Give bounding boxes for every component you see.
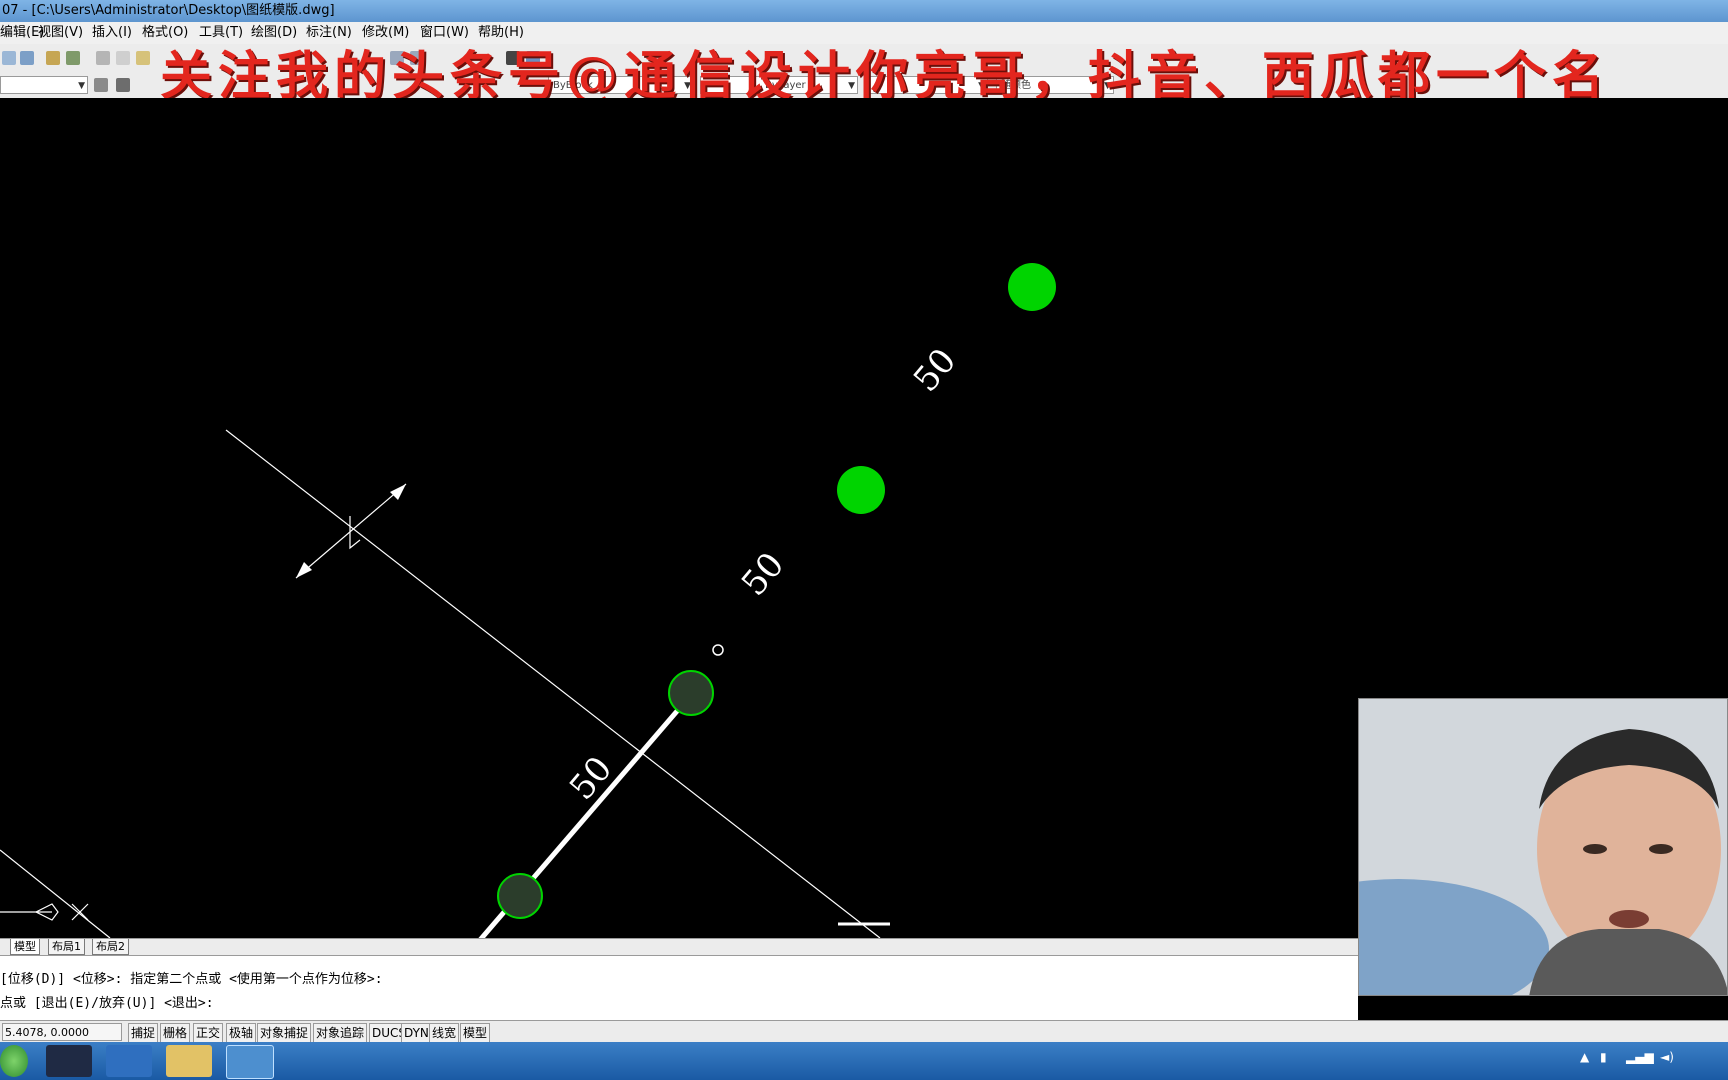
tray-expand-icon[interactable]: ▲: [1580, 1050, 1589, 1064]
ucs-diagonal: [0, 849, 111, 939]
cursor-pickbox: [712, 644, 724, 656]
tray-signal-icon[interactable]: ▂▄▆: [1626, 1050, 1654, 1064]
model-toggle[interactable]: 模型: [460, 1023, 491, 1043]
arrowhead-bottom: [296, 562, 312, 578]
paste-icon[interactable]: [136, 51, 150, 65]
node-selected-lower[interactable]: [497, 873, 543, 919]
dimension-label-bottom: 50: [562, 749, 620, 808]
dyn-toggle[interactable]: DYN: [401, 1023, 432, 1043]
break-symbol: [349, 516, 361, 550]
video-app-icon[interactable]: [46, 1045, 92, 1077]
window-title: 07 - [C:\Users\Administrator\Desktop\图纸模…: [2, 3, 335, 18]
save-icon[interactable]: [20, 51, 34, 65]
dimension-label-top: 50: [906, 341, 964, 400]
webcam-overlay: [1358, 698, 1728, 996]
coordinate-readout: 5.4078, 0.0000: [2, 1023, 122, 1041]
browser-app-icon[interactable]: [106, 1045, 152, 1077]
start-orb-icon[interactable]: [0, 1045, 28, 1077]
taskbar: ▲ ▮ ▂▄▆ ◄): [0, 1042, 1728, 1080]
tab-model[interactable]: 模型: [10, 939, 40, 955]
dimension-line[interactable]: [295, 483, 407, 579]
tray-volume-icon[interactable]: ◄): [1660, 1050, 1674, 1064]
copy-icon[interactable]: [116, 51, 130, 65]
open-icon[interactable]: [2, 51, 16, 65]
presenter-video: [1359, 699, 1727, 995]
title-bar: 07 - [C:\Users\Administrator\Desktop\图纸模…: [0, 0, 1728, 22]
command-window[interactable]: [位移(D)] <位移>: 指定第二个点或 <使用第一个点作为位移>: 点或 […: [0, 955, 1358, 1020]
command-prompt-line[interactable]: 点或 [退出(E)/放弃(U)] <退出>:: [0, 994, 214, 1014]
osnap-toggle[interactable]: 对象捕捉: [257, 1023, 312, 1043]
otrack-toggle[interactable]: 对象追踪: [313, 1023, 368, 1043]
layout-tabs: 模型 布局1 布局2: [0, 938, 1358, 955]
layer-previous-icon[interactable]: [116, 78, 130, 92]
tray-network-icon[interactable]: ▮: [1600, 1050, 1607, 1064]
polar-toggle[interactable]: 极轴: [226, 1023, 257, 1043]
ortho-toggle[interactable]: 正交: [193, 1023, 224, 1043]
print-icon[interactable]: [46, 51, 60, 65]
tab-layout1[interactable]: 布局1: [48, 939, 85, 955]
lineweight-toggle[interactable]: 线宽: [429, 1023, 460, 1043]
node-middle[interactable]: [837, 466, 885, 514]
dimension-label-middle: 50: [734, 545, 792, 604]
reference-line[interactable]: [225, 429, 881, 939]
layer-combo[interactable]: ▼: [0, 76, 88, 94]
snap-toggle[interactable]: 捕捉: [128, 1023, 159, 1043]
command-history-line: [位移(D)] <位移>: 指定第二个点或 <使用第一个点作为位移>:: [0, 972, 383, 987]
autocad-app-icon[interactable]: [226, 1045, 274, 1079]
menu-insert[interactable]: 插入(I): [92, 22, 132, 44]
cut-icon[interactable]: [96, 51, 110, 65]
menu-view[interactable]: 视图(V): [38, 22, 83, 44]
node-top[interactable]: [1008, 263, 1056, 311]
layer-manager-icon[interactable]: [94, 78, 108, 92]
node-selected-upper[interactable]: [668, 670, 714, 716]
preview-icon[interactable]: [66, 51, 80, 65]
file-explorer-icon[interactable]: [166, 1045, 212, 1077]
arrowhead-top: [390, 484, 406, 500]
status-bar: 5.4078, 0.0000 捕捉 栅格 正交 极轴 对象捕捉 对象追踪 DUC…: [0, 1020, 1728, 1043]
tab-layout2[interactable]: 布局2: [92, 939, 129, 955]
grid-toggle[interactable]: 栅格: [160, 1023, 191, 1043]
